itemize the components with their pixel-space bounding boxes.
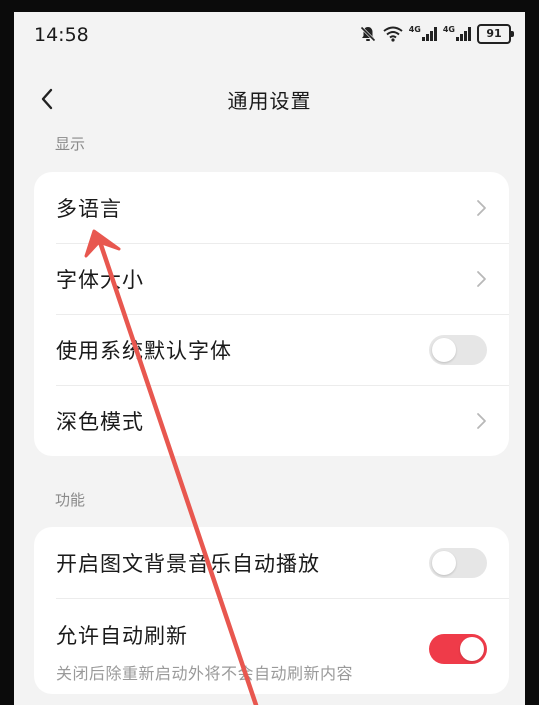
section-label-display: 显示 <box>55 135 86 153</box>
battery-icon: 91 <box>477 24 514 44</box>
settings-screen: 14:58 4G 4G 91 通用设置 显示 多语言 字体大小 使用系统默认字体… <box>14 12 525 705</box>
setting-label: 深色模式 <box>56 409 144 434</box>
display-settings-card: 多语言 字体大小 使用系统默认字体 深色模式 <box>34 172 509 456</box>
setting-row-font-size[interactable]: 字体大小 <box>34 243 509 314</box>
feature-settings-card: 开启图文背景音乐自动播放 允许自动刷新 关闭后除重新启动外将不会自动刷新内容 <box>34 527 509 694</box>
toggle-knob <box>460 637 484 661</box>
signal-icon-1: 4G <box>408 24 437 41</box>
network-type-label: 4G <box>442 24 455 34</box>
chevron-right-icon <box>477 199 486 216</box>
toggle-knob <box>432 550 456 575</box>
bgm-autoplay-toggle[interactable] <box>429 547 487 578</box>
bell-muted-icon <box>359 25 377 43</box>
wifi-icon <box>383 26 403 42</box>
system-font-toggle[interactable] <box>429 334 487 365</box>
setting-label: 允许自动刷新 <box>56 624 188 648</box>
network-type-label: 4G <box>408 24 421 34</box>
page-title: 通用设置 <box>227 89 312 113</box>
nav-bar: 通用设置 <box>14 78 525 120</box>
status-bar: 14:58 4G 4G 91 <box>14 12 525 58</box>
setting-label: 使用系统默认字体 <box>56 338 232 363</box>
status-time: 14:58 <box>34 24 89 46</box>
toggle-knob <box>432 337 456 362</box>
setting-row-system-font: 使用系统默认字体 <box>34 314 509 385</box>
setting-label: 开启图文背景音乐自动播放 <box>56 551 320 576</box>
setting-label: 字体大小 <box>56 267 144 292</box>
signal-bars <box>456 27 471 41</box>
signal-icon-2: 4G <box>442 24 471 41</box>
setting-row-language[interactable]: 多语言 <box>34 172 509 243</box>
setting-label: 多语言 <box>56 196 122 221</box>
section-label-features: 功能 <box>55 491 86 509</box>
chevron-right-icon <box>477 270 486 287</box>
setting-row-bgm-autoplay: 开启图文背景音乐自动播放 <box>34 527 509 598</box>
auto-refresh-toggle[interactable] <box>429 634 487 664</box>
chevron-right-icon <box>477 412 486 429</box>
setting-row-auto-refresh: 允许自动刷新 关闭后除重新启动外将不会自动刷新内容 <box>34 598 509 694</box>
signal-bars <box>421 27 437 41</box>
setting-description: 关闭后除重新启动外将不会自动刷新内容 <box>56 664 354 683</box>
setting-row-dark-mode[interactable]: 深色模式 <box>34 385 509 456</box>
status-icons: 4G 4G 91 <box>359 24 514 44</box>
